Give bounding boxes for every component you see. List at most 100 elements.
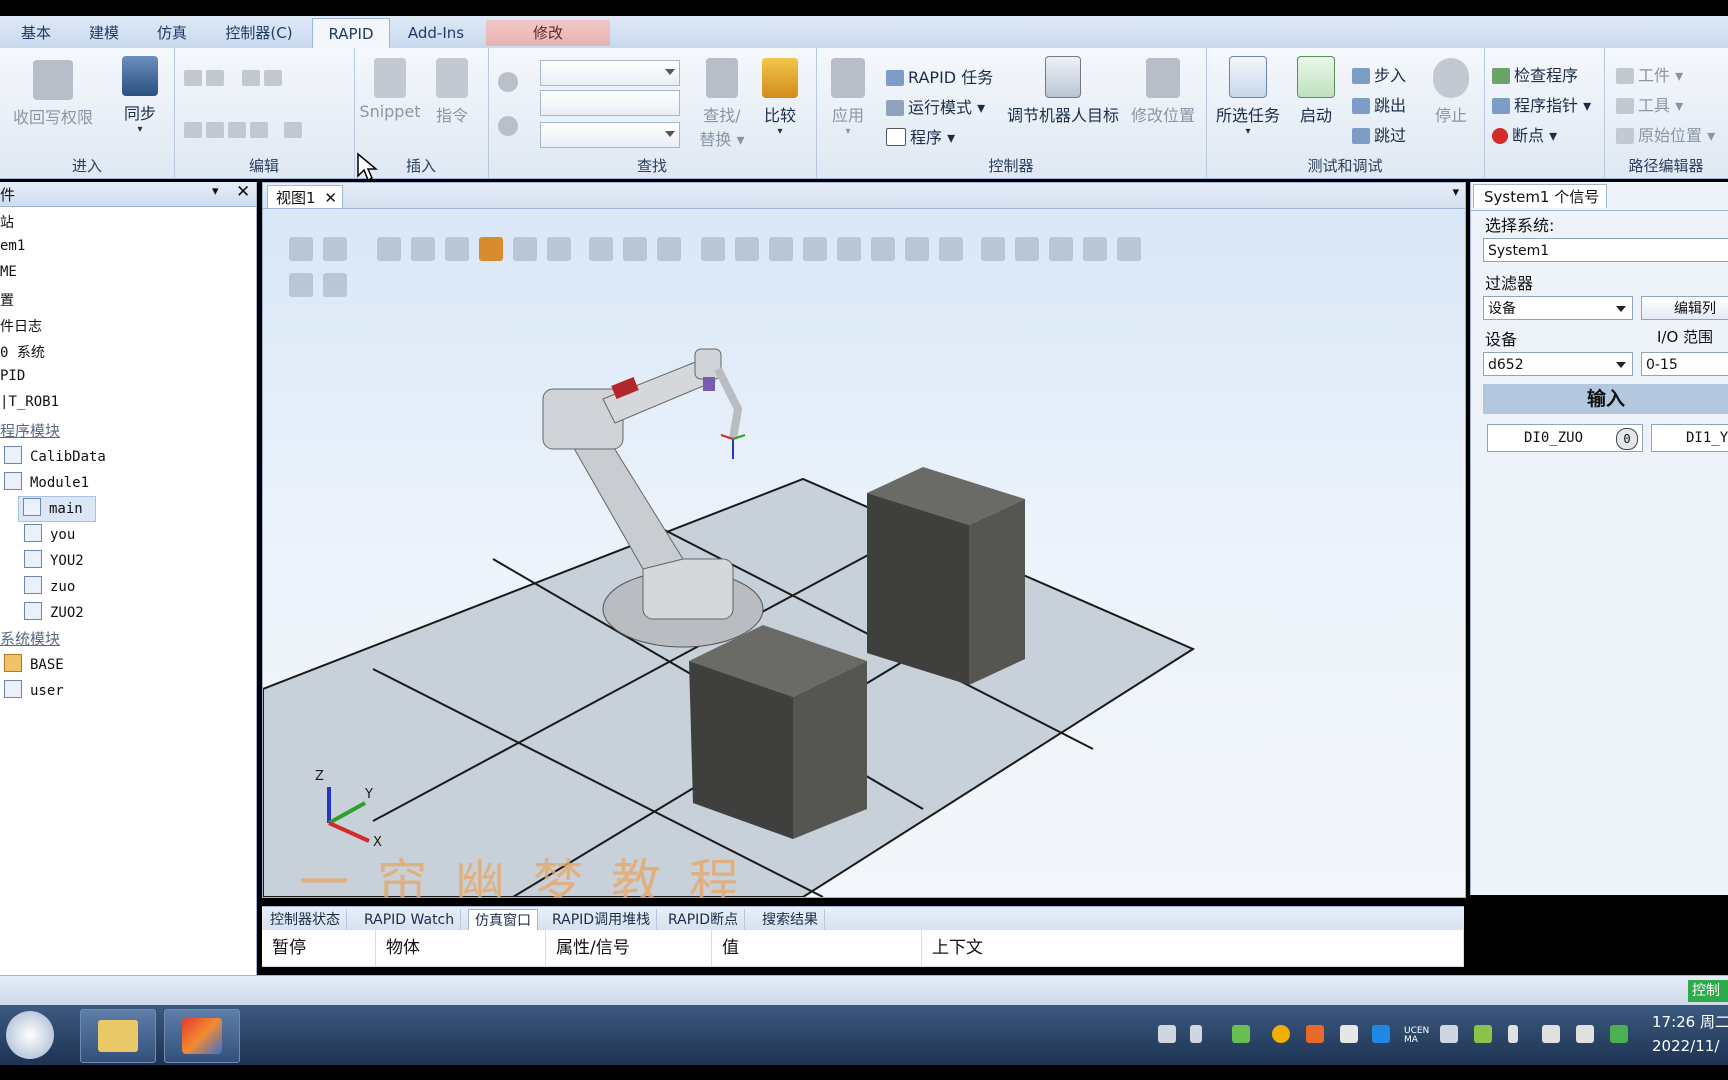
tab-modeling[interactable]: 建模 xyxy=(76,20,132,46)
tab-rapid[interactable]: RAPID xyxy=(312,18,390,49)
tab-basic[interactable]: 基本 xyxy=(6,20,66,46)
taskbar-robotstudio-button[interactable] xyxy=(164,1009,240,1063)
tree-item[interactable]: ME xyxy=(0,264,17,280)
tree-item[interactable]: 0 系统 xyxy=(0,342,45,362)
program-button[interactable]: 程序 ▾ xyxy=(886,124,955,148)
view1-tab[interactable]: 视图1 ✕ xyxy=(267,185,343,209)
column-value[interactable]: 值 xyxy=(712,930,922,966)
network-icon[interactable] xyxy=(1542,1025,1560,1043)
app-tray-icon[interactable] xyxy=(1340,1025,1358,1043)
modify-position-button[interactable]: 修改位置 xyxy=(1128,58,1198,126)
ucenma-tray-text[interactable]: UCEN MA xyxy=(1404,1027,1430,1045)
indent-icons[interactable] xyxy=(184,68,286,87)
column-object[interactable]: 物体 xyxy=(376,930,546,966)
panel-dropdown-icon[interactable]: ▾ xyxy=(212,184,219,199)
system1-signals-tab[interactable]: System1 个信号 xyxy=(1473,184,1607,208)
clock-date[interactable]: 2022/11/ xyxy=(1652,1037,1719,1055)
column-context[interactable]: 上下文 xyxy=(922,930,1464,966)
forward-icon[interactable] xyxy=(498,116,518,136)
tree-item-t-rob1[interactable]: |T_ROB1 xyxy=(0,394,59,410)
start-button[interactable]: 启动 xyxy=(1294,56,1338,126)
tab-rapid-watch[interactable]: RAPID Watch xyxy=(358,909,462,931)
close-tab-icon[interactable]: ✕ xyxy=(324,189,337,207)
edit-list-button[interactable]: 编辑列 xyxy=(1641,296,1728,320)
filter-select[interactable]: 设备 xyxy=(1483,296,1633,320)
tab-rapid-call-stack[interactable]: RAPID调用堆栈 xyxy=(546,909,658,931)
tree-item[interactable]: 件日志 xyxy=(0,316,42,336)
usb-icon[interactable] xyxy=(1232,1025,1250,1043)
tab-modify[interactable]: 修改 xyxy=(486,20,610,46)
tray-expand-icon[interactable] xyxy=(1190,1025,1202,1043)
step-over-button[interactable]: 跳过 xyxy=(1352,122,1406,146)
clipboard-icons[interactable] xyxy=(184,120,306,139)
run-mode-button[interactable]: 运行模式 ▾ xyxy=(886,94,985,118)
rapid-task-button[interactable]: RAPID 任务 xyxy=(886,64,993,88)
tab-search-results[interactable]: 搜索结果 xyxy=(756,909,825,931)
keyboard-icon[interactable] xyxy=(1158,1025,1176,1043)
find-combo-1[interactable] xyxy=(540,60,680,86)
module-calibdata[interactable]: CalibData xyxy=(4,446,106,465)
step-out-button[interactable]: 跳出 xyxy=(1352,92,1406,116)
workobject-button[interactable]: 工件 ▾ xyxy=(1616,62,1683,86)
check-program-button[interactable]: 检查程序 xyxy=(1492,62,1578,86)
controller-status-indicator[interactable]: 控制 xyxy=(1688,980,1728,1002)
signal-di0-zuo[interactable]: DI0_ZUO 0 xyxy=(1487,424,1643,452)
bluetooth-icon[interactable] xyxy=(1372,1025,1390,1043)
volume-icon[interactable] xyxy=(1576,1025,1594,1043)
start-button[interactable] xyxy=(6,1011,54,1059)
signal-state-indicator[interactable]: 0 xyxy=(1616,428,1638,450)
revoke-write-button[interactable]: 收回写权限 xyxy=(8,60,98,128)
routine-zuo[interactable]: zuo xyxy=(24,576,75,595)
find-replace-button[interactable]: 查找/替换 ▾ xyxy=(694,58,750,150)
adjust-targets-button[interactable]: 调节机器人目标 xyxy=(1000,56,1126,126)
system-select[interactable]: System1 xyxy=(1483,238,1728,262)
app-tray-icon[interactable] xyxy=(1306,1025,1324,1043)
tree-item[interactable]: PID xyxy=(0,368,25,384)
tree-item[interactable]: em1 xyxy=(0,238,25,254)
sync-button[interactable]: 同步 ▾ xyxy=(114,56,166,135)
tree-item[interactable]: 置 xyxy=(0,290,14,310)
security-icon[interactable] xyxy=(1474,1025,1492,1043)
tool-button[interactable]: 工具 ▾ xyxy=(1616,92,1683,116)
snippet-button[interactable]: Snippet xyxy=(358,58,422,121)
tab-controller[interactable]: 控制器(C) xyxy=(214,20,304,46)
io-range-select[interactable]: 0-15 xyxy=(1641,352,1728,376)
program-modules-link[interactable]: 程序模块 xyxy=(0,420,60,441)
system-modules-link[interactable]: 系统模块 xyxy=(0,628,60,649)
pen-icon[interactable] xyxy=(1440,1025,1458,1043)
routine-zuo2[interactable]: ZUO2 xyxy=(24,602,84,621)
signal-di1[interactable]: DI1_Y xyxy=(1651,424,1728,452)
breakpoint-button[interactable]: 断点 ▾ xyxy=(1492,122,1557,146)
program-pointer-button[interactable]: 程序指针 ▾ xyxy=(1492,92,1591,116)
view-dropdown-icon[interactable]: ▾ xyxy=(1452,185,1459,200)
back-icon[interactable] xyxy=(498,72,518,92)
apply-button[interactable]: 应用 ▾ xyxy=(822,58,874,137)
step-in-button[interactable]: 步入 xyxy=(1352,62,1406,86)
3d-viewport[interactable]: Z Y X 一帘幽梦教程 xyxy=(262,208,1466,898)
routine-you[interactable]: you xyxy=(24,524,75,543)
tab-rapid-breakpoints[interactable]: RAPID断点 xyxy=(662,909,746,931)
nvidia-icon[interactable] xyxy=(1610,1025,1628,1043)
instruction-button[interactable]: 指令 xyxy=(426,58,478,126)
app-plus-icon[interactable] xyxy=(1272,1025,1290,1043)
stop-button[interactable]: 停止 xyxy=(1426,58,1476,126)
module-base[interactable]: BASE xyxy=(4,654,64,673)
find-combo-3[interactable] xyxy=(540,122,680,148)
home-position-button[interactable]: 原始位置 ▾ xyxy=(1616,122,1715,146)
tab-simulation[interactable]: 仿真 xyxy=(144,20,200,46)
battery-icon[interactable] xyxy=(1508,1025,1518,1043)
module-module1[interactable]: Module1 xyxy=(4,472,89,491)
column-pause[interactable]: 暂停 xyxy=(262,930,376,966)
find-combo-2[interactable] xyxy=(540,90,680,116)
routine-main[interactable]: main xyxy=(18,496,96,522)
tab-controller-status[interactable]: 控制器状态 xyxy=(264,909,347,931)
column-property-signal[interactable]: 属性/信号 xyxy=(546,930,712,966)
compare-button[interactable]: 比较 ▾ xyxy=(756,58,804,137)
panel-close-icon[interactable]: ✕ xyxy=(236,182,250,202)
module-user[interactable]: user xyxy=(4,680,64,699)
taskbar-explorer-button[interactable] xyxy=(80,1009,156,1063)
selected-task-button[interactable]: 所选任务 ▾ xyxy=(1210,56,1286,137)
device-select[interactable]: d652 xyxy=(1483,352,1633,376)
tab-simulation-window[interactable]: 仿真窗口 xyxy=(468,909,538,932)
tree-item[interactable]: 站 xyxy=(0,212,14,232)
